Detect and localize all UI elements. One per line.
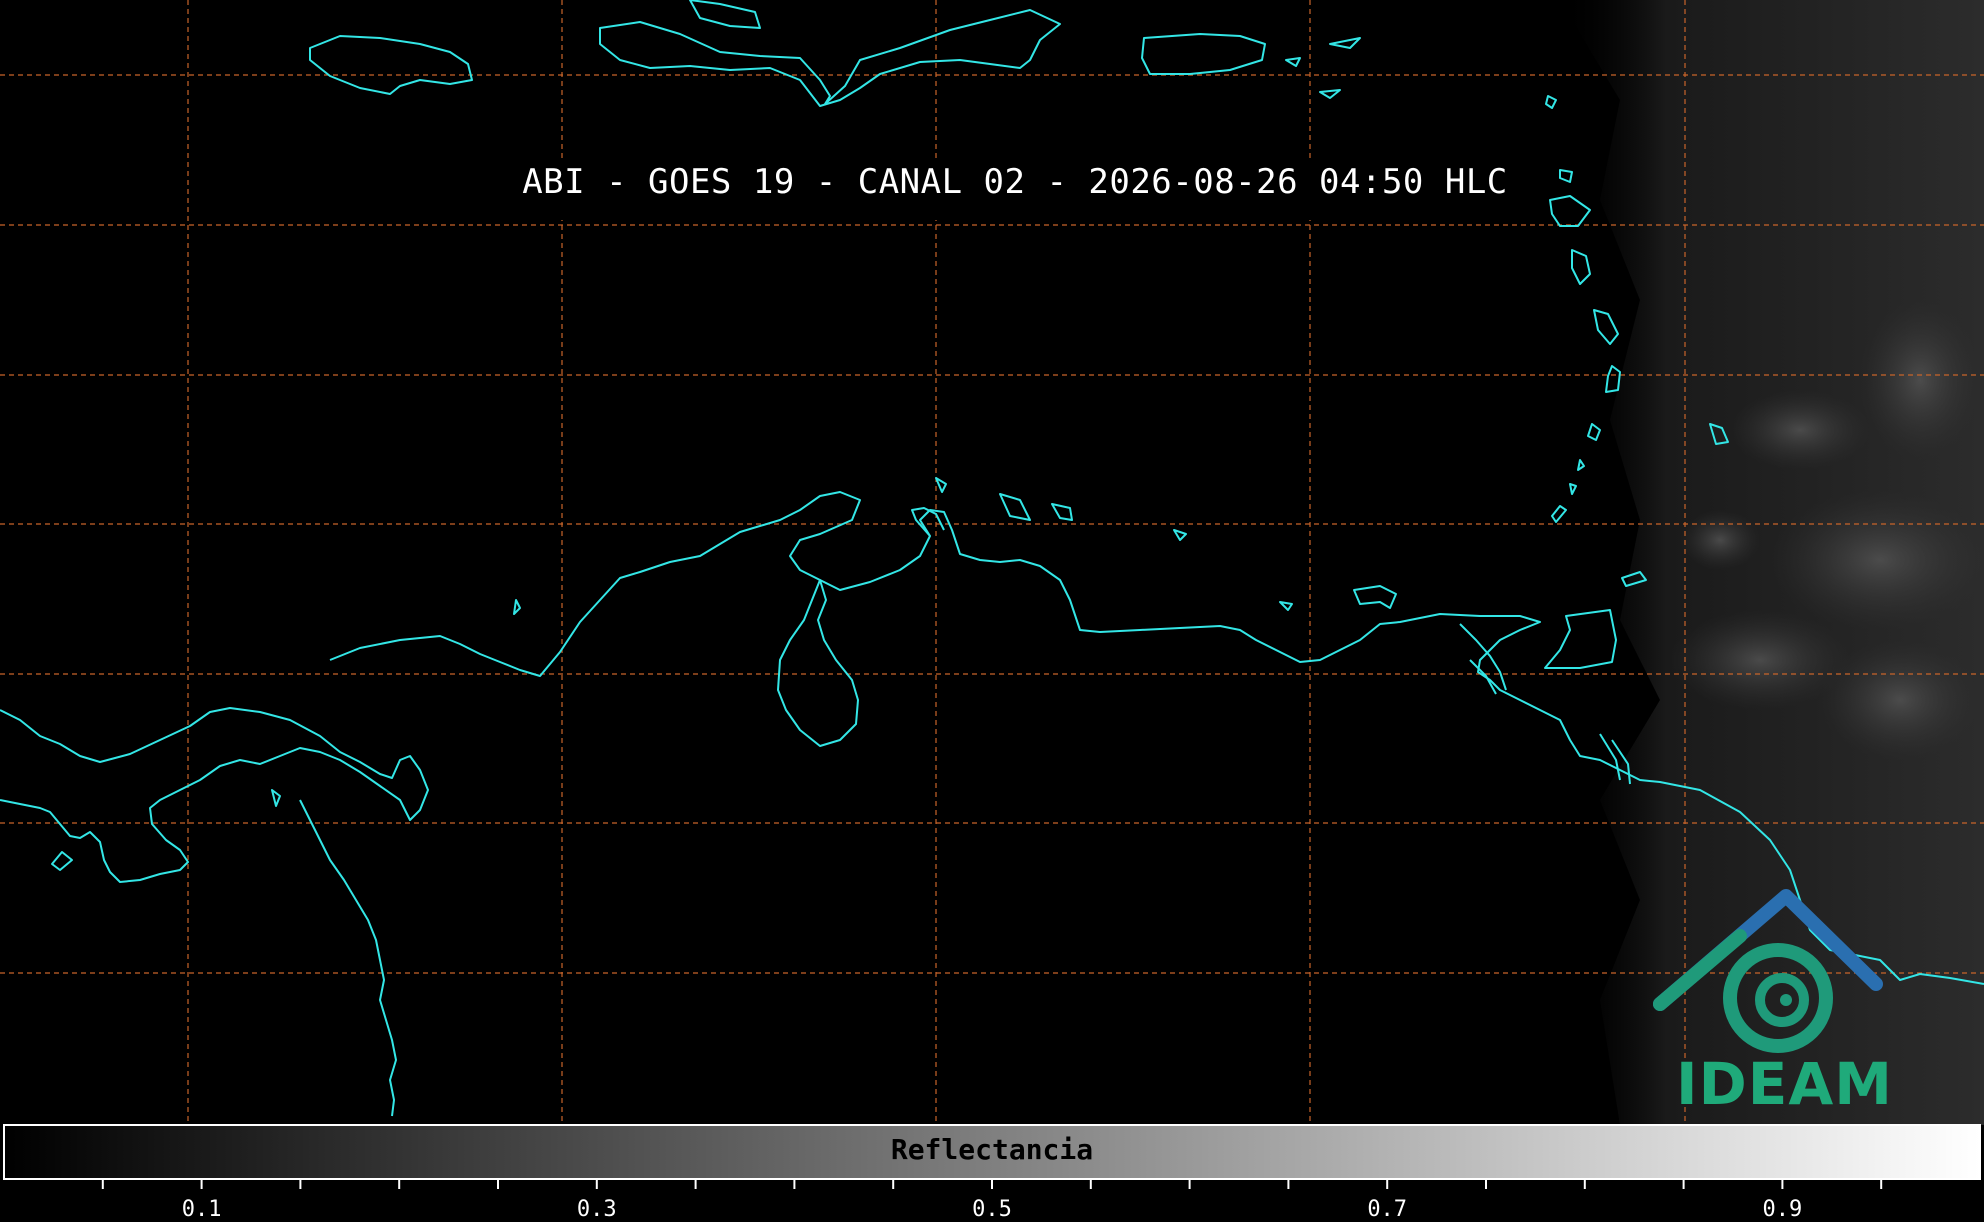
ideam-logo-text: IDEAM <box>1676 1050 1893 1118</box>
colorbar-label: Reflectancia <box>890 1133 1094 1166</box>
colorbar-tick-label: 0.7 <box>1367 1197 1408 1222</box>
colorbar-tick-label: 0.9 <box>1762 1197 1803 1222</box>
colorbar-tick-label: 0.5 <box>972 1197 1012 1222</box>
colorbar-ticks <box>101 1179 1883 1189</box>
colorbar-tick-label: 0.3 <box>576 1197 617 1222</box>
colorbar-tick-label: 0.1 <box>181 1197 222 1222</box>
map-title: ABI - GOES 19 - CANAL 02 - 2026-08-26 04… <box>522 162 1508 202</box>
